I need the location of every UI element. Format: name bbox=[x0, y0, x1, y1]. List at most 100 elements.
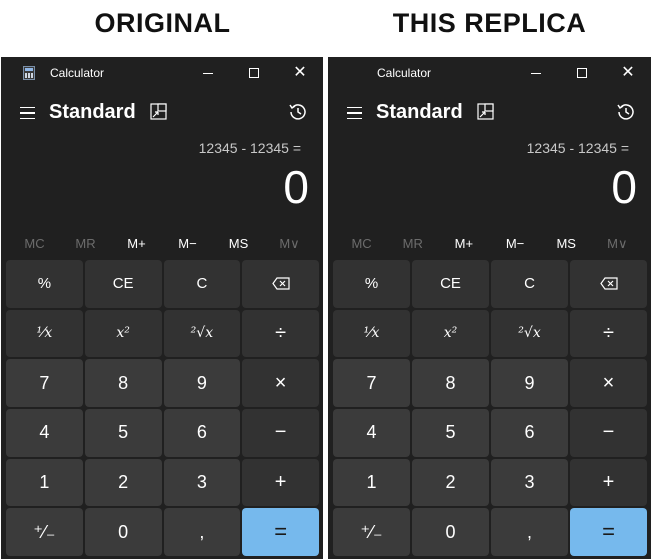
plus-button[interactable]: + bbox=[242, 458, 319, 507]
memory-recall-button[interactable]: MR bbox=[66, 232, 106, 256]
header-row: Standard bbox=[328, 95, 651, 135]
reciprocal-button[interactable]: ¹⁄x bbox=[333, 309, 410, 358]
mode-title: Standard bbox=[49, 101, 136, 123]
equals-button[interactable]: = bbox=[242, 508, 319, 556]
memory-add-button[interactable]: M+ bbox=[444, 232, 484, 256]
square-button[interactable]: x² bbox=[412, 309, 489, 358]
plus-button[interactable]: + bbox=[570, 458, 647, 507]
equals-button[interactable]: = bbox=[570, 508, 647, 556]
digit-1-button[interactable]: 1 bbox=[333, 458, 410, 507]
percent-button[interactable]: % bbox=[6, 260, 83, 308]
multiply-button[interactable]: × bbox=[570, 359, 647, 407]
header-row: Standard bbox=[1, 95, 323, 135]
memory-list-button[interactable]: M∨ bbox=[597, 232, 637, 256]
result-display: 0 bbox=[283, 161, 309, 213]
digit-4-button[interactable]: 4 bbox=[6, 409, 83, 457]
memory-clear-button[interactable]: MC bbox=[15, 232, 55, 256]
digit-8-button[interactable]: 8 bbox=[412, 359, 489, 407]
divide-button[interactable]: ÷ bbox=[570, 309, 647, 358]
digit-6-button[interactable]: 6 bbox=[163, 409, 241, 457]
memory-store-button[interactable]: MS bbox=[219, 232, 259, 256]
hamburger-icon[interactable] bbox=[16, 99, 38, 127]
decimal-button[interactable]: , bbox=[163, 508, 241, 556]
close-button[interactable]: ✕ bbox=[605, 57, 651, 89]
reciprocal-label: ¹⁄x bbox=[363, 325, 380, 342]
keep-on-top-icon[interactable] bbox=[477, 103, 494, 120]
memory-store-button[interactable]: MS bbox=[546, 232, 586, 256]
expression-display: 12345 - 12345 = bbox=[526, 140, 629, 156]
hamburger-icon[interactable] bbox=[343, 99, 365, 127]
expression-display: 12345 - 12345 = bbox=[198, 140, 301, 156]
backspace-icon bbox=[599, 277, 618, 290]
mode-title: Standard bbox=[376, 101, 463, 123]
clear-entry-button[interactable]: CE bbox=[412, 260, 489, 308]
digit-8-button[interactable]: 8 bbox=[84, 359, 162, 407]
close-icon: ✕ bbox=[621, 64, 635, 81]
close-button[interactable]: ✕ bbox=[277, 57, 323, 89]
minimize-icon bbox=[531, 72, 541, 74]
square-root-button[interactable]: ²√x bbox=[491, 309, 568, 358]
multiply-button[interactable]: × bbox=[242, 359, 319, 407]
maximize-icon bbox=[249, 68, 259, 78]
digit-2-button[interactable]: 2 bbox=[412, 458, 489, 507]
keypad: % CE C ¹⁄x x² ²√x ÷ 7 8 9 × 4 5 6 − 1 2 … bbox=[6, 260, 319, 556]
maximize-icon bbox=[577, 68, 587, 78]
memory-list-button[interactable]: M∨ bbox=[270, 232, 310, 256]
reciprocal-label: ¹⁄x bbox=[36, 325, 53, 342]
backspace-button[interactable] bbox=[242, 260, 319, 308]
digit-0-button[interactable]: 0 bbox=[84, 508, 162, 556]
digit-2-button[interactable]: 2 bbox=[84, 458, 162, 507]
digit-9-button[interactable]: 9 bbox=[163, 359, 241, 407]
square-root-label: ²√x bbox=[518, 325, 541, 342]
history-icon[interactable] bbox=[615, 101, 637, 123]
digit-0-button[interactable]: 0 bbox=[412, 508, 489, 556]
digit-7-button[interactable]: 7 bbox=[6, 359, 83, 407]
history-icon[interactable] bbox=[287, 101, 309, 123]
result-display: 0 bbox=[611, 161, 637, 213]
minus-button[interactable]: − bbox=[570, 409, 647, 457]
minimize-button[interactable] bbox=[513, 57, 559, 89]
square-label: x² bbox=[116, 325, 130, 342]
maximize-button[interactable] bbox=[559, 57, 605, 89]
digit-5-button[interactable]: 5 bbox=[412, 409, 489, 457]
digit-4-button[interactable]: 4 bbox=[333, 409, 410, 457]
close-icon: ✕ bbox=[293, 64, 307, 81]
square-root-button[interactable]: ²√x bbox=[163, 309, 241, 358]
digit-3-button[interactable]: 3 bbox=[491, 458, 568, 507]
negate-button[interactable]: ⁺⁄₋ bbox=[6, 508, 83, 556]
reciprocal-button[interactable]: ¹⁄x bbox=[6, 309, 83, 358]
decimal-button[interactable]: , bbox=[491, 508, 568, 556]
percent-button[interactable]: % bbox=[333, 260, 410, 308]
negate-button[interactable]: ⁺⁄₋ bbox=[333, 508, 410, 556]
square-label: x² bbox=[443, 325, 458, 342]
heading-original: ORIGINAL bbox=[94, 8, 231, 38]
backspace-button[interactable] bbox=[570, 260, 647, 308]
digit-7-button[interactable]: 7 bbox=[333, 359, 410, 407]
keep-on-top-icon[interactable] bbox=[150, 103, 167, 120]
title-bar: Calculator ✕ bbox=[328, 57, 651, 89]
calculator-window-original: Calculator ✕ Standard 12345 - 12345 = 0 … bbox=[1, 57, 323, 559]
memory-row: MC MR M+ M− MS M∨ bbox=[328, 232, 651, 256]
clear-button[interactable]: C bbox=[491, 260, 568, 308]
memory-subtract-button[interactable]: M− bbox=[168, 232, 208, 256]
digit-9-button[interactable]: 9 bbox=[491, 359, 568, 407]
digit-1-button[interactable]: 1 bbox=[6, 458, 83, 507]
minimize-icon bbox=[203, 72, 213, 74]
title-bar: Calculator ✕ bbox=[1, 57, 323, 89]
clear-button[interactable]: C bbox=[163, 260, 241, 308]
square-button[interactable]: x² bbox=[84, 309, 162, 358]
memory-add-button[interactable]: M+ bbox=[117, 232, 157, 256]
memory-subtract-button[interactable]: M− bbox=[495, 232, 535, 256]
divide-button[interactable]: ÷ bbox=[242, 309, 319, 358]
clear-entry-button[interactable]: CE bbox=[84, 260, 162, 308]
memory-recall-button[interactable]: MR bbox=[393, 232, 433, 256]
memory-clear-button[interactable]: MC bbox=[342, 232, 382, 256]
memory-row: MC MR M+ M− MS M∨ bbox=[1, 232, 323, 256]
minimize-button[interactable] bbox=[185, 57, 231, 89]
digit-6-button[interactable]: 6 bbox=[491, 409, 568, 457]
window-title: Calculator bbox=[377, 66, 432, 80]
digit-3-button[interactable]: 3 bbox=[163, 458, 241, 507]
digit-5-button[interactable]: 5 bbox=[84, 409, 162, 457]
maximize-button[interactable] bbox=[231, 57, 277, 89]
minus-button[interactable]: − bbox=[242, 409, 319, 457]
